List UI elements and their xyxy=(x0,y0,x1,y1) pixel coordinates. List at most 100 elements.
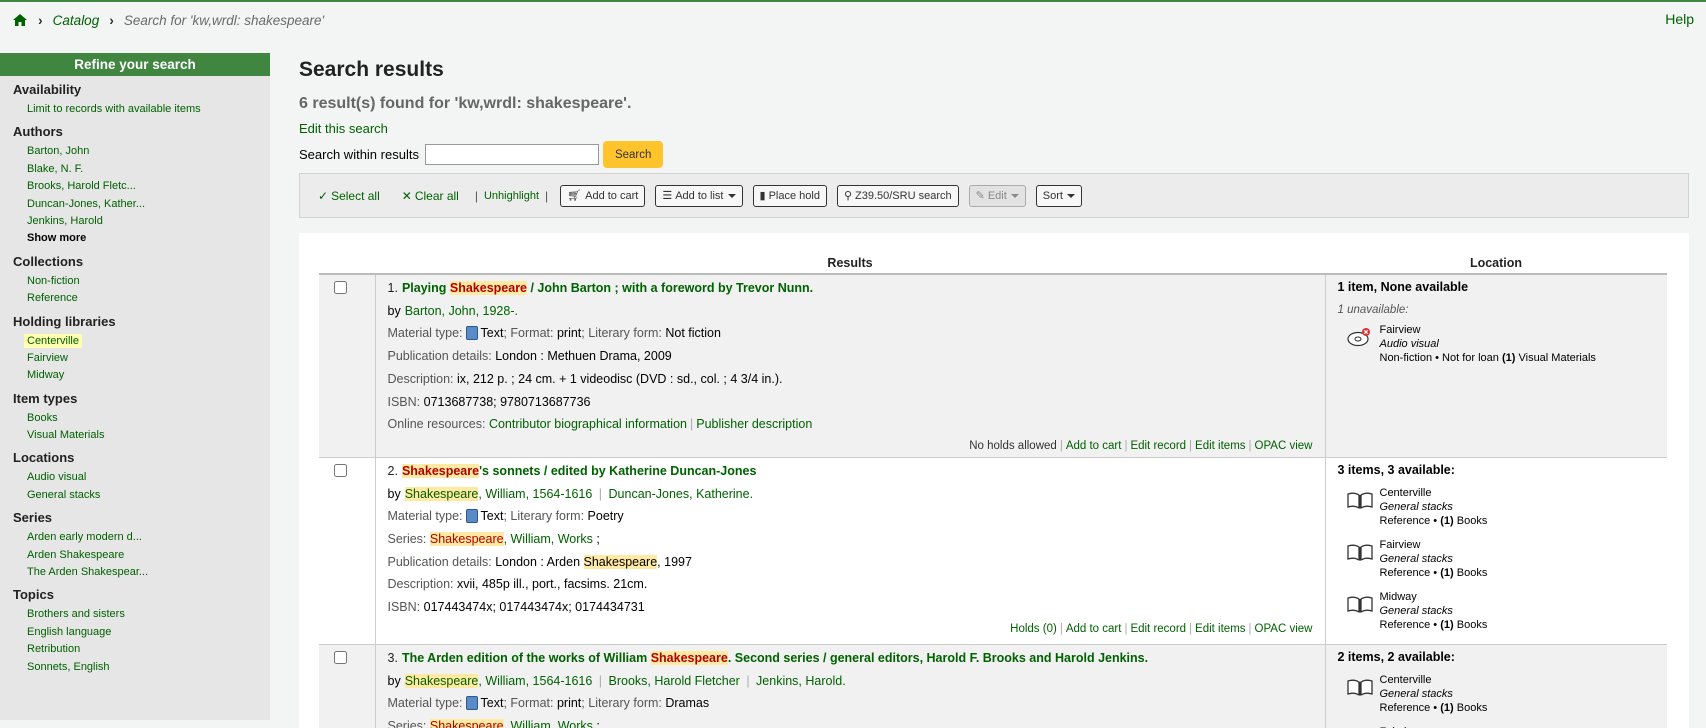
facet-item[interactable]: Duncan-Jones, Kather... xyxy=(27,196,270,213)
facet-heading: Locations xyxy=(13,450,75,466)
facet-item[interactable]: Barton, John xyxy=(27,143,270,160)
edit-dropdown-button[interactable]: ✎ Edit xyxy=(968,184,1026,207)
author-link[interactable]: Brooks, Harold Fletcher xyxy=(609,674,740,688)
facet-item-label: Reference xyxy=(27,292,78,305)
select-record-checkbox[interactable] xyxy=(334,463,347,477)
description-label: Description: xyxy=(387,577,454,592)
facet-item[interactable]: Midway xyxy=(27,367,270,384)
holding-detail: Reference • (1) Books xyxy=(1380,514,1488,528)
record-number: 2. xyxy=(387,463,398,478)
holding-location: General stacks xyxy=(1379,687,1453,700)
facet-item[interactable]: The Arden Shakespear... xyxy=(27,564,270,581)
add-to-cart-button[interactable]: 🛒︎ Add to cart xyxy=(560,184,646,207)
search-button[interactable]: Search xyxy=(602,141,664,168)
title-text: Playing xyxy=(401,281,450,295)
list-icon: ☰ xyxy=(662,190,673,202)
series-line: Series: Shakespeare, William, Works ; xyxy=(388,528,1313,551)
disc-unavailable-icon xyxy=(1346,327,1374,347)
facet-item[interactable]: Jenkins, Harold xyxy=(27,213,270,230)
author-link[interactable]: Shakespeare, William, 1564-1616 xyxy=(404,486,592,501)
record-authors: by Shakespeare, William, 1564-1616 | Broo… xyxy=(388,670,1313,693)
holding-collection: Reference • xyxy=(1379,618,1438,631)
breadcrumb-catalog[interactable]: Catalog xyxy=(53,13,100,28)
online-resource-link[interactable]: Contributor biographical information xyxy=(489,417,687,431)
facet-item[interactable]: Centerville xyxy=(24,333,270,350)
facet-item[interactable]: Visual Materials xyxy=(27,427,270,444)
record-title-link[interactable]: Shakespeare's sonnets / edited by Kather… xyxy=(401,463,756,478)
sort-dropdown-button[interactable]: Sort xyxy=(1035,184,1082,207)
record-title-link[interactable]: The Arden edition of the works of Willia… xyxy=(402,650,1148,665)
add-to-cart-link[interactable]: Add to cart xyxy=(1066,440,1122,452)
isbn-label: ISBN: xyxy=(387,600,421,615)
title-highlight: Shakespeare xyxy=(401,463,480,478)
edit-record-link[interactable]: Edit record xyxy=(1130,440,1186,452)
edit-record-link[interactable]: Edit record xyxy=(1130,623,1186,635)
series-label: Series: xyxy=(387,719,427,728)
show-more-link[interactable]: Show more xyxy=(27,230,270,247)
isbn-value: 017443474x; 017443474x; 0174434731 xyxy=(423,600,645,615)
series-highlight: Shakespeare xyxy=(429,719,504,728)
facet-item[interactable]: General stacks xyxy=(27,487,270,504)
facet-item[interactable]: English language xyxy=(27,624,270,641)
facet-item[interactable]: Fairview xyxy=(27,350,270,367)
author-link[interactable]: Duncan-Jones, Katherine. xyxy=(609,487,754,501)
book-icon xyxy=(1346,490,1374,510)
search-within-input[interactable] xyxy=(424,144,599,165)
holding-count: (1) xyxy=(1440,514,1454,527)
home-icon[interactable] xyxy=(12,13,28,27)
opac-view-link[interactable]: OPAC view xyxy=(1255,440,1313,452)
facet-item[interactable]: Arden Shakespeare xyxy=(27,547,270,564)
facet-item[interactable]: Books xyxy=(27,410,270,427)
author-link[interactable]: Jenkins, Harold. xyxy=(756,674,846,688)
facet-list: Books Visual Materials xyxy=(27,410,270,445)
online-resource-link[interactable]: Publisher description xyxy=(696,417,812,431)
opac-view-link[interactable]: OPAC view xyxy=(1255,623,1313,635)
publication-highlight: Shakespeare xyxy=(583,554,658,569)
select-record-checkbox[interactable] xyxy=(334,650,347,664)
divider: | xyxy=(474,188,478,203)
select-all-link[interactable]: ✓ Select all xyxy=(318,189,380,203)
add-to-cart-link[interactable]: Add to cart xyxy=(1066,623,1122,635)
isbn-label: ISBN: xyxy=(387,394,421,409)
text-material-icon xyxy=(465,509,478,524)
location-column-header[interactable]: Location xyxy=(1325,252,1667,275)
unhighlight-link[interactable]: Unhighlight xyxy=(484,190,539,202)
holds-status: No holds allowed xyxy=(969,439,1057,452)
facet-item[interactable]: Non-fiction xyxy=(27,273,270,290)
holds-status[interactable]: Holds (0) xyxy=(1010,623,1057,635)
divider: | xyxy=(1189,622,1193,635)
add-to-list-button[interactable]: ☰ Add to list xyxy=(655,184,743,207)
facet-item[interactable]: Arden early modern d... xyxy=(27,529,270,546)
series-link[interactable]: Shakespeare, William, Works xyxy=(429,719,593,728)
edit-items-link[interactable]: Edit items xyxy=(1195,440,1246,452)
place-hold-button[interactable]: ▮ Place hold xyxy=(752,184,827,207)
facet-item[interactable]: Brothers and sisters xyxy=(27,606,270,623)
edit-items-link[interactable]: Edit items xyxy=(1195,623,1246,635)
help-link[interactable]: Help xyxy=(1665,11,1694,27)
format-label: ; Format: xyxy=(503,326,554,341)
select-record-checkbox[interactable] xyxy=(334,281,347,294)
facet-item-label: Brothers and sisters xyxy=(27,608,125,621)
pencil-icon: ✎ xyxy=(975,190,985,202)
edit-search-link[interactable]: Edit this search xyxy=(299,121,1689,136)
clear-all-link[interactable]: ✕ Clear all xyxy=(402,189,459,203)
isbn-line: ISBN: 0713687738; 9780713687736 xyxy=(388,391,1313,414)
facet-item[interactable]: Reference xyxy=(27,290,270,307)
facet-list: Non-fiction Reference xyxy=(27,273,270,308)
facet-list: Audio visual General stacks xyxy=(27,469,270,504)
facet-list: Barton, John Blake, N. F. Brooks, Harold F… xyxy=(27,143,270,247)
author-link[interactable]: Shakespeare, William, 1564-1616 xyxy=(404,673,592,688)
series-link[interactable]: Shakespeare, William, Works xyxy=(429,532,593,547)
holding-location: General stacks xyxy=(1379,552,1453,565)
facet-item[interactable]: Limit to records with available items xyxy=(27,101,270,118)
facet-item[interactable]: Blake, N. F. xyxy=(27,161,270,178)
facet-item[interactable]: Audio visual xyxy=(27,469,270,486)
author-link[interactable]: Barton, John, 1928-. xyxy=(405,304,518,318)
facet-item[interactable]: Retribution xyxy=(27,641,270,658)
record-title-link[interactable]: Playing Shakespeare / John Barton ; with… xyxy=(402,281,813,295)
facet-item[interactable]: Brooks, Harold Fletc... xyxy=(27,178,270,195)
facets-sidebar: Refine your search Availability Limit to … xyxy=(0,53,270,720)
results-column-header[interactable]: Results xyxy=(375,252,1325,275)
facet-item[interactable]: Sonnets, English xyxy=(27,659,270,676)
z3950-search-button[interactable]: ⚲ Z39.50/SRU search xyxy=(836,184,959,207)
